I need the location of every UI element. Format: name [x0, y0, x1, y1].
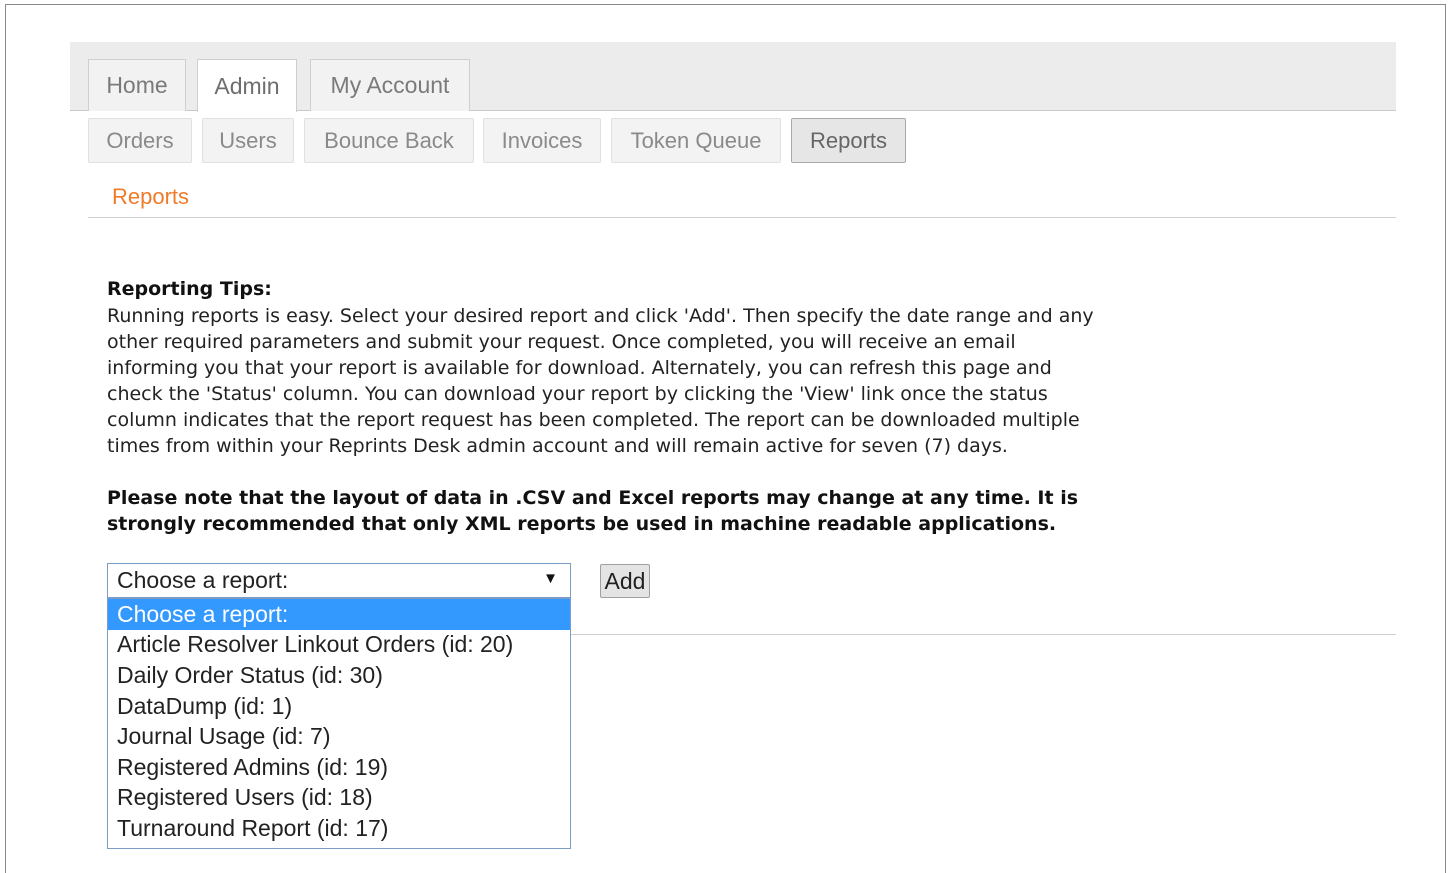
subtab-reports[interactable]: Reports [791, 118, 906, 163]
tips-line: informing you that your report is availa… [107, 357, 1052, 379]
subtab-users[interactable]: Users [202, 118, 294, 163]
subtab-invoices[interactable]: Invoices [483, 118, 601, 163]
subtab-token-queue[interactable]: Token Queue [611, 118, 781, 163]
tips-line: times from within your Reprints Desk adm… [107, 435, 1008, 457]
tips-line: other required parameters and submit you… [107, 331, 1016, 353]
tab-home[interactable]: Home [88, 59, 186, 111]
note-line: strongly recommended that only XML repor… [107, 513, 1057, 535]
dropdown-option[interactable]: DataDump (id: 1) [108, 691, 570, 722]
tips-title: Reporting Tips: [107, 278, 272, 300]
tab-my-account[interactable]: My Account [310, 59, 470, 111]
tips-line: column indicates that the report request… [107, 409, 1080, 431]
main-tab-bar: Home Admin My Account [70, 42, 1396, 112]
dropdown-option[interactable]: Registered Users (id: 18) [108, 783, 570, 814]
dropdown-option[interactable]: Turnaround Report (id: 17) [108, 813, 570, 844]
dropdown-option[interactable]: Article Resolver Linkout Orders (id: 20) [108, 630, 570, 661]
subtab-orders[interactable]: Orders [88, 118, 192, 163]
dropdown-arrow-icon: ▼ [543, 570, 558, 587]
tab-admin[interactable]: Admin [197, 59, 297, 112]
divider [570, 634, 1396, 635]
note-line: Please note that the layout of data in .… [107, 487, 1079, 509]
breadcrumb: Reports [112, 184, 190, 209]
tips-body: Running reports is easy. Select your des… [107, 303, 1227, 459]
report-select-value: Choose a report: [117, 567, 289, 593]
dropdown-option[interactable]: Registered Admins (id: 19) [108, 752, 570, 783]
tips-line: check the 'Status' column. You can downl… [107, 383, 1048, 405]
dropdown-option[interactable]: Daily Order Status (id: 30) [108, 660, 570, 691]
add-button[interactable]: Add [600, 564, 650, 598]
tips-line: Running reports is easy. Select your des… [107, 305, 1094, 327]
divider [88, 217, 1396, 218]
report-dropdown-list: Choose a report: Article Resolver Linkou… [107, 598, 571, 849]
dropdown-option[interactable]: Choose a report: [108, 599, 570, 630]
dropdown-option[interactable]: Journal Usage (id: 7) [108, 721, 570, 752]
subtab-bounce-back[interactable]: Bounce Back [304, 118, 474, 163]
report-select[interactable]: Choose a report: ▼ [107, 563, 571, 598]
layout-note: Please note that the layout of data in .… [107, 485, 1227, 537]
